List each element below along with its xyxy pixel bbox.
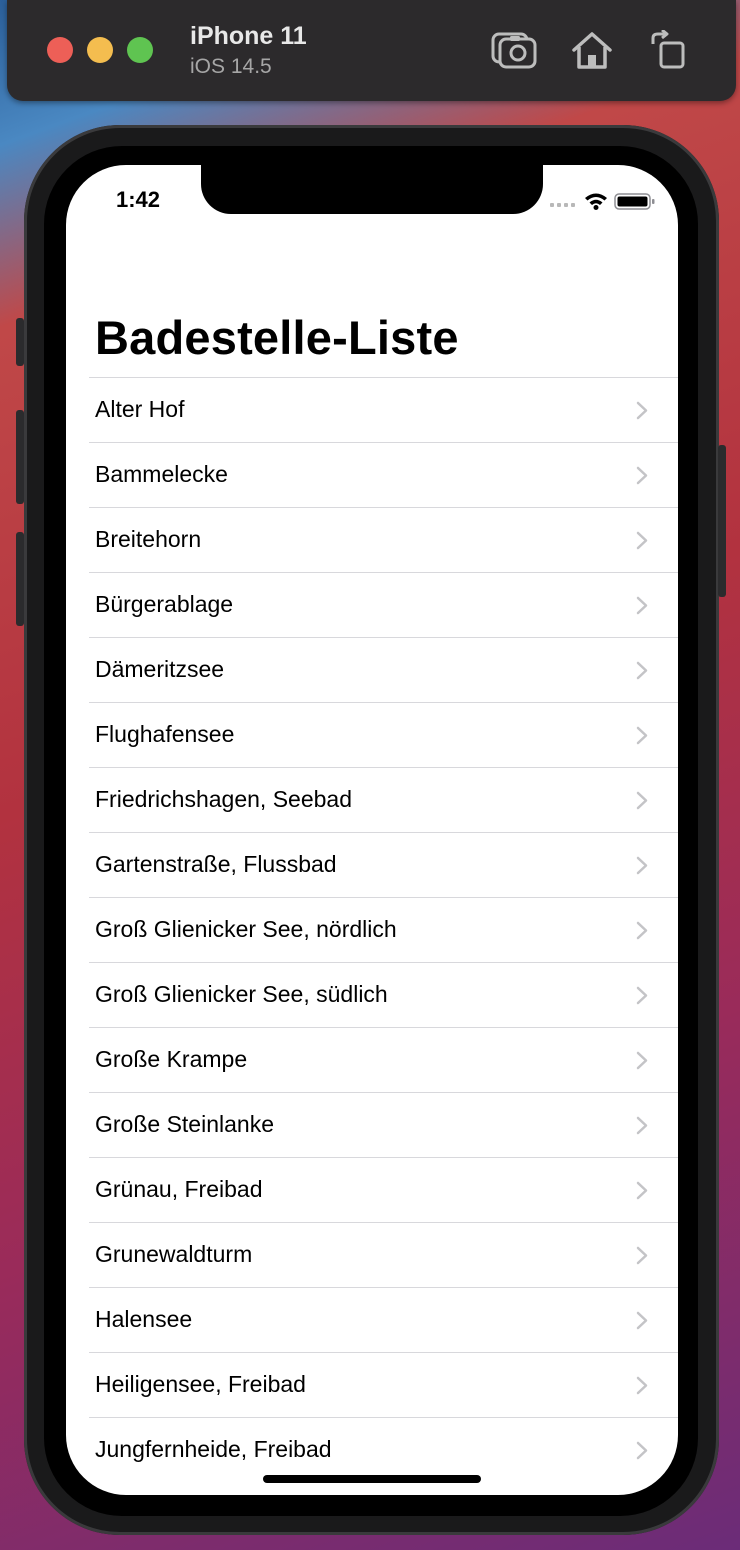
list-item[interactable]: Flughafensee <box>89 702 678 767</box>
chevron-right-icon <box>636 726 648 745</box>
list-item[interactable]: Grünau, Freibad <box>89 1157 678 1222</box>
list-item-label: Gartenstraße, Flussbad <box>95 851 337 877</box>
list-item[interactable]: Gartenstraße, Flussbad <box>89 832 678 897</box>
chevron-right-icon <box>636 1311 648 1330</box>
device-name: iPhone 11 <box>190 22 307 50</box>
power-button <box>718 445 726 597</box>
list-item-label: Groß Glienicker See, südlich <box>95 981 388 1007</box>
home-indicator[interactable] <box>263 1475 481 1483</box>
home-icon[interactable] <box>569 30 615 70</box>
chevron-right-icon <box>636 1376 648 1395</box>
page-title: Badestelle-Liste <box>95 311 459 364</box>
volume-down-button <box>16 532 24 626</box>
list-item[interactable]: Groß Glienicker See, südlich <box>89 962 678 1027</box>
cellular-icon <box>550 203 575 207</box>
chevron-right-icon <box>636 596 648 615</box>
list-item[interactable]: Breitehorn <box>89 507 678 572</box>
wifi-icon <box>585 193 607 210</box>
list-item[interactable]: Groß Glienicker See, nördlich <box>89 897 678 962</box>
zoom-window-button[interactable] <box>127 37 153 63</box>
chevron-right-icon <box>636 466 648 485</box>
list-item-label: Große Krampe <box>95 1046 248 1072</box>
badestellen-list: Alter Hof Bammelecke Breitehorn Bürgerab… <box>89 377 678 1482</box>
chevron-right-icon <box>636 661 648 680</box>
list-item-label: Friedrichshagen, Seebad <box>95 786 352 812</box>
chevron-right-icon <box>636 1441 648 1460</box>
list-item-label: Große Steinlanke <box>95 1111 274 1137</box>
chevron-right-icon <box>636 1246 648 1265</box>
notch <box>201 165 543 214</box>
list-item[interactable]: Dämeritzsee <box>89 637 678 702</box>
os-version: iOS 14.5 <box>190 55 272 78</box>
simulator-title-bar: iPhone 11 iOS 14.5 <box>7 0 736 101</box>
list-item-label: Bürgerablage <box>95 591 234 617</box>
chevron-right-icon <box>636 986 648 1005</box>
list-item-label: Heiligensee, Freibad <box>95 1371 306 1397</box>
list-item-label: Breitehorn <box>95 526 202 552</box>
list-item[interactable]: Bürgerablage <box>89 572 678 637</box>
list-item-label: Halensee <box>95 1306 193 1332</box>
chevron-right-icon <box>636 856 648 875</box>
list-item-label: Groß Glienicker See, nördlich <box>95 916 397 942</box>
status-time: 1:42 <box>116 187 161 212</box>
chevron-right-icon <box>636 531 648 550</box>
list-item[interactable]: Große Steinlanke <box>89 1092 678 1157</box>
close-window-button[interactable] <box>47 37 73 63</box>
phone-screen: 1:42 Badestelle-Liste Alter Hof Bammelec… <box>66 165 678 1495</box>
list-item-label: Jungfernheide, Freibad <box>95 1436 332 1462</box>
status-icons <box>550 193 655 210</box>
list-item[interactable]: Heiligensee, Freibad <box>89 1352 678 1417</box>
battery-icon <box>614 193 655 210</box>
list-item-label: Alter Hof <box>95 396 185 422</box>
chevron-right-icon <box>636 401 648 420</box>
list-item-label: Bammelecke <box>95 461 228 487</box>
list-item-label: Dämeritzsee <box>95 656 225 682</box>
list-item[interactable]: Große Krampe <box>89 1027 678 1092</box>
chevron-right-icon <box>636 1051 648 1070</box>
screenshot-icon[interactable] <box>491 30 537 70</box>
chevron-right-icon <box>636 1116 648 1135</box>
silent-switch <box>16 318 24 366</box>
list-item-label: Grunewaldturm <box>95 1241 253 1267</box>
chevron-right-icon <box>636 1181 648 1200</box>
list-item-label: Flughafensee <box>95 721 235 747</box>
list-item-label: Grünau, Freibad <box>95 1176 263 1202</box>
volume-up-button <box>16 410 24 504</box>
list-item[interactable]: Grunewaldturm <box>89 1222 678 1287</box>
minimize-window-button[interactable] <box>87 37 113 63</box>
chevron-right-icon <box>636 921 648 940</box>
list-item[interactable]: Jungfernheide, Freibad <box>89 1417 678 1482</box>
list-item[interactable]: Halensee <box>89 1287 678 1352</box>
list-item[interactable]: Bammelecke <box>89 442 678 507</box>
chevron-right-icon <box>636 791 648 810</box>
list-item[interactable]: Friedrichshagen, Seebad <box>89 767 678 832</box>
rotate-icon[interactable] <box>643 30 689 70</box>
list-item[interactable]: Alter Hof <box>89 377 678 442</box>
